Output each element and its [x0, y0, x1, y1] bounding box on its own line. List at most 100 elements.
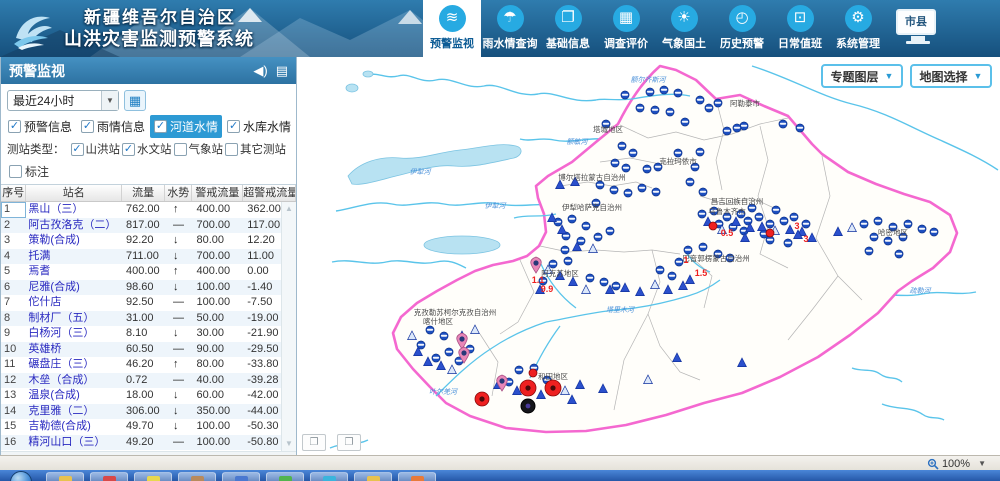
station-balloon-marker[interactable]	[733, 124, 741, 132]
scroll-down-icon[interactable]: ▼	[282, 437, 296, 451]
station-balloon-marker[interactable]	[918, 225, 926, 233]
map-container[interactable]: 阿勒泰市塔城地区克拉玛依市博尔塔拉蒙古自治州伊犁哈萨克自治州昌吉回族自治州乌鲁木…	[297, 57, 1000, 455]
station-balloon-marker[interactable]	[564, 257, 572, 265]
taskbar-app-button[interactable]	[222, 472, 260, 481]
taskbar-app-button[interactable]	[178, 472, 216, 481]
station-balloon-marker[interactable]	[780, 217, 788, 225]
station-balloon-marker[interactable]	[884, 237, 892, 245]
station-balloon-marker[interactable]	[681, 118, 689, 126]
red-alert-marker[interactable]	[520, 380, 536, 396]
cascade-window-icon[interactable]: ❐	[302, 434, 326, 451]
station-balloon-marker[interactable]	[660, 86, 668, 94]
table-row[interactable]: 14克里雅（二）306.00↓350.00-44.00	[1, 404, 296, 420]
station-balloon-marker[interactable]	[652, 188, 660, 196]
taskbar-app-button[interactable]	[354, 472, 392, 481]
station-balloon-marker[interactable]	[600, 278, 608, 286]
column-header[interactable]: 警戒流量	[192, 185, 243, 201]
table-row[interactable]: 11碾盘庄（三）46.20↑80.00-33.80	[1, 357, 296, 373]
taskbar-app-button[interactable]	[90, 472, 128, 481]
nav-tab-2[interactable]: ☂雨水情查询	[481, 0, 539, 57]
speaker-icon[interactable]: ◀)	[253, 63, 267, 79]
station-type-4[interactable]: 其它测站	[225, 141, 286, 157]
taskbar-app-button[interactable]	[310, 472, 348, 481]
station-type-2[interactable]: ✓水文站	[122, 141, 172, 157]
station-balloon-marker[interactable]	[668, 272, 676, 280]
station-balloon-marker[interactable]	[860, 220, 868, 228]
taskbar-app-button[interactable]	[266, 472, 304, 481]
station-balloon-marker[interactable]	[895, 250, 903, 258]
station-balloon-marker[interactable]	[440, 332, 448, 340]
station-balloon-marker[interactable]	[790, 213, 798, 221]
station-balloon-marker[interactable]	[674, 89, 682, 97]
station-balloon-marker[interactable]	[870, 233, 878, 241]
station-balloon-marker[interactable]	[714, 99, 722, 107]
taskbar-app-button[interactable]	[46, 472, 84, 481]
nav-tab-8[interactable]: ⚙系统管理	[829, 0, 887, 57]
station-balloon-marker[interactable]	[561, 246, 569, 254]
filter-2[interactable]: ✓雨情信息	[77, 115, 149, 138]
red-alert-marker[interactable]	[545, 380, 561, 396]
browser-zoom-control[interactable]: 100% ▼	[927, 456, 986, 471]
table-row[interactable]: 4托满711.00↓700.0011.00	[1, 249, 296, 265]
column-header[interactable]: 流量	[122, 185, 165, 201]
station-balloon-marker[interactable]	[651, 106, 659, 114]
windows-taskbar[interactable]	[0, 470, 1000, 481]
station-balloon-marker[interactable]	[779, 120, 787, 128]
red-alert-marker[interactable]	[529, 369, 537, 377]
station-balloon-marker[interactable]	[772, 206, 780, 214]
station-balloon-marker[interactable]	[930, 228, 938, 236]
notepad-icon[interactable]: ▤	[276, 63, 288, 79]
table-row[interactable]: 10英雄桥60.50—90.00-29.50	[1, 342, 296, 358]
station-balloon-marker[interactable]	[621, 91, 629, 99]
start-button[interactable]	[10, 471, 32, 481]
basemap-select-button[interactable]: 地图选择 ▼	[910, 64, 992, 88]
table-row[interactable]: 7佗什店92.50—100.00-7.50	[1, 295, 296, 311]
table-row[interactable]: 6尼雅(合成)98.60↓100.00-1.40	[1, 280, 296, 296]
station-balloon-marker[interactable]	[802, 220, 810, 228]
city-county-button[interactable]: 市县	[896, 9, 940, 49]
station-balloon-marker[interactable]	[622, 164, 630, 172]
station-balloon-marker[interactable]	[904, 220, 912, 228]
calendar-button[interactable]: ▦	[124, 90, 146, 111]
filter-3[interactable]: ✓河道水情	[150, 115, 222, 138]
station-balloon-marker[interactable]	[696, 96, 704, 104]
table-row[interactable]: 12木垒（合成）0.72—40.00-39.28	[1, 373, 296, 389]
cascade-window-icon[interactable]: ❐	[337, 434, 361, 451]
table-row[interactable]: 13温泉(合成)18.00↓60.00-42.00	[1, 388, 296, 404]
red-alert-marker[interactable]	[709, 222, 717, 230]
station-balloon-marker[interactable]	[629, 149, 637, 157]
station-balloon-marker[interactable]	[586, 274, 594, 282]
table-row[interactable]: 5焉耆400.00↑400.000.00	[1, 264, 296, 280]
table-row[interactable]: 8制材厂（五）31.00—50.00-19.00	[1, 311, 296, 327]
station-balloon-marker[interactable]	[666, 108, 674, 116]
station-balloon-marker[interactable]	[549, 260, 557, 268]
station-balloon-marker[interactable]	[611, 159, 619, 167]
vertical-scrollbar[interactable]: ▲ ▼	[281, 202, 296, 451]
nav-tab-1[interactable]: ≋预警监视	[423, 0, 481, 57]
station-balloon-marker[interactable]	[656, 266, 664, 274]
column-header[interactable]: 水势	[165, 185, 192, 201]
station-balloon-marker[interactable]	[515, 366, 523, 374]
filter-4[interactable]: ✓水库水情	[223, 115, 295, 138]
nav-tab-3[interactable]: ❐基础信息	[539, 0, 597, 57]
table-row[interactable]: 3策勒(合成)92.20↓80.0012.20	[1, 233, 296, 249]
station-balloon-marker[interactable]	[796, 124, 804, 132]
station-balloon-marker[interactable]	[612, 282, 620, 290]
station-balloon-marker[interactable]	[582, 222, 590, 230]
station-balloon-marker[interactable]	[646, 88, 654, 96]
station-balloon-marker[interactable]	[445, 348, 453, 356]
station-balloon-marker[interactable]	[766, 220, 774, 228]
station-balloon-marker[interactable]	[699, 243, 707, 251]
nav-tab-4[interactable]: ▦调查评价	[597, 0, 655, 57]
station-type-1[interactable]: ✓山洪站	[71, 141, 121, 157]
filter-1[interactable]: ✓预警信息	[4, 115, 76, 138]
station-balloon-marker[interactable]	[606, 227, 614, 235]
black-alert-marker[interactable]	[521, 399, 535, 413]
station-balloon-marker[interactable]	[874, 217, 882, 225]
station-balloon-marker[interactable]	[618, 142, 626, 150]
station-balloon-marker[interactable]	[636, 104, 644, 112]
station-balloon-marker[interactable]	[686, 178, 694, 186]
nav-tab-5[interactable]: ☀气象国土	[655, 0, 713, 57]
station-balloon-marker[interactable]	[596, 181, 604, 189]
station-balloon-marker[interactable]	[624, 189, 632, 197]
